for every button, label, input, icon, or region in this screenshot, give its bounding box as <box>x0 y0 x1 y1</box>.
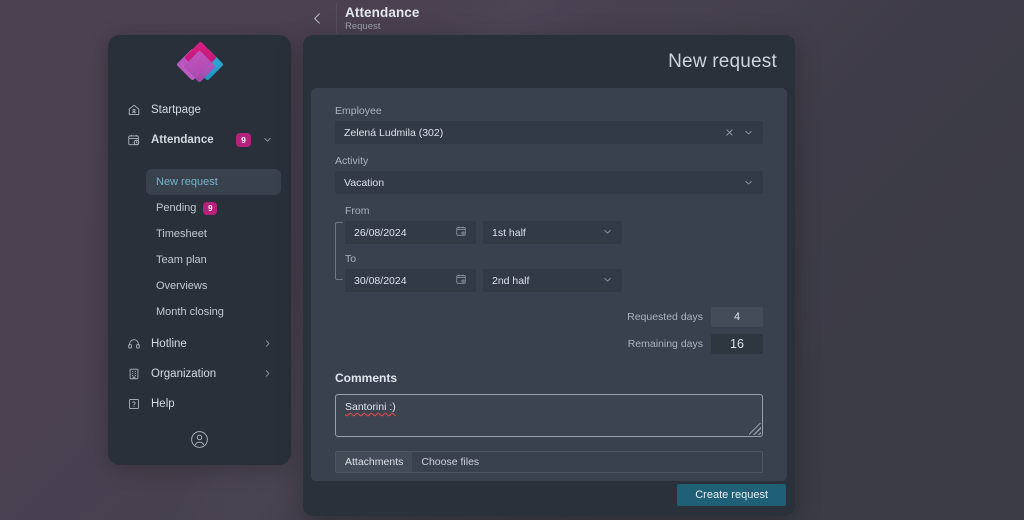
page-header: Attendance Request <box>300 0 796 36</box>
to-half-value: 2nd half <box>492 274 530 287</box>
arrow-left-icon <box>310 11 325 26</box>
back-button[interactable] <box>300 1 334 35</box>
sidebar-item-month-closing[interactable]: Month closing <box>146 299 281 325</box>
sidebar-item-timesheet[interactable]: Timesheet <box>146 221 281 247</box>
comments-label: Comments <box>335 371 398 385</box>
chevron-down-icon[interactable] <box>261 134 273 147</box>
sidebar-subitem-label: Team plan <box>156 254 207 266</box>
sidebar-item-hotline[interactable]: Hotline <box>118 329 281 359</box>
question-box-icon <box>126 397 141 412</box>
panel-header: New request <box>303 35 795 88</box>
from-half-select[interactable]: 1st half <box>483 221 622 244</box>
chevron-down-icon[interactable] <box>743 177 754 188</box>
chevron-right-icon[interactable] <box>261 368 273 381</box>
from-date-input[interactable]: 26/08/2024 <box>345 221 476 244</box>
request-form-card: Employee Zelená Ludmila (302) Activity V… <box>311 88 787 481</box>
sidebar-item-overviews[interactable]: Overviews <box>146 273 281 299</box>
sidebar-item-organization[interactable]: Organization <box>118 359 281 389</box>
page-title: Attendance <box>345 4 420 20</box>
sidebar-footer <box>108 419 291 465</box>
comments-textarea[interactable]: Santorini :) <box>335 394 763 437</box>
remaining-days-row: Remaining days 16 <box>628 334 763 354</box>
comments-value: Santorini :) <box>345 401 396 413</box>
sidebar-item-help[interactable]: Help <box>118 389 281 419</box>
to-row: 30/08/2024 2nd half <box>345 269 763 292</box>
attachments-field[interactable]: Attachments Choose files <box>335 451 763 473</box>
days-summary: Requested days 4 Remaining days 16 <box>335 307 763 354</box>
choose-files-text: Choose files <box>421 456 480 468</box>
header-divider <box>336 3 337 33</box>
to-half-select[interactable]: 2nd half <box>483 269 622 292</box>
sidebar-item-label: Organization <box>151 368 217 380</box>
sidebar-subitem-label: New request <box>156 176 218 188</box>
panel-title: New request <box>668 50 777 72</box>
header-titles: Attendance Request <box>345 5 420 32</box>
status-badge: 9 <box>203 201 218 215</box>
sidebar-item-new-request[interactable]: New request <box>146 169 281 195</box>
sidebar-subitem-label: Overviews <box>156 280 208 292</box>
to-date-value: 30/08/2024 <box>354 274 407 287</box>
date-range-group: From 26/08/2024 1st half To 30/08/2024 2… <box>335 205 763 292</box>
sidebar-item-pending[interactable]: Pending 9 <box>146 195 281 221</box>
comments-wrapper: Santorini :) <box>335 394 763 437</box>
sidebar-subitem-label: Month closing <box>156 306 224 318</box>
to-date-input[interactable]: 30/08/2024 <box>345 269 476 292</box>
chevron-down-icon[interactable] <box>602 226 613 240</box>
sidebar-item-label: Help <box>151 398 175 410</box>
calendar-clock-icon <box>126 133 141 148</box>
resize-handle[interactable] <box>749 423 761 435</box>
home-icon <box>126 103 141 118</box>
chevron-right-icon[interactable] <box>261 338 273 351</box>
status-badge: 9 <box>236 133 251 147</box>
from-label: From <box>345 205 370 217</box>
sidebar-item-startpage[interactable]: Startpage <box>118 95 281 125</box>
close-icon[interactable] <box>725 128 734 137</box>
sidebar-item-label: Hotline <box>151 338 187 350</box>
headset-icon <box>126 337 141 352</box>
date-range-bracket <box>335 222 343 280</box>
sidebar-nav: Startpage Attendance 9 <box>108 93 291 169</box>
to-label: To <box>345 253 357 265</box>
sidebar-item-label: Attendance <box>151 134 214 146</box>
employee-value: Zelená Ludmila (302) <box>344 126 444 139</box>
logo-container <box>108 35 291 93</box>
sidebar-item-team-plan[interactable]: Team plan <box>146 247 281 273</box>
building-icon <box>126 367 141 382</box>
remaining-days-value: 16 <box>711 334 763 354</box>
main-panel: New request Employee Zelená Ludmila (302… <box>303 35 795 516</box>
requested-days-label: Requested days <box>627 311 703 323</box>
sidebar-subitem-label: Timesheet <box>156 228 207 240</box>
sidebar-item-label: Startpage <box>151 104 201 116</box>
calendar-icon[interactable] <box>455 225 467 240</box>
activity-label: Activity <box>335 155 369 167</box>
calendar-icon[interactable] <box>455 273 467 288</box>
sidebar: Startpage Attendance 9 New request Pendi… <box>108 35 291 465</box>
remaining-days-label: Remaining days <box>627 338 703 350</box>
sidebar-subnav: New request Pending 9 Timesheet Team pla… <box>108 169 291 325</box>
app-logo[interactable] <box>175 41 224 85</box>
employee-select[interactable]: Zelená Ludmila (302) <box>335 121 763 144</box>
attachments-button[interactable]: Attachments <box>336 452 413 472</box>
activity-value: Vacation <box>344 176 385 189</box>
from-date-value: 26/08/2024 <box>354 226 407 239</box>
from-row: 26/08/2024 1st half <box>345 221 763 244</box>
activity-select[interactable]: Vacation <box>335 171 763 194</box>
requested-days-row: Requested days 4 <box>627 307 763 327</box>
page-subtitle: Request <box>345 20 381 32</box>
chevron-down-icon[interactable] <box>743 127 754 138</box>
employee-label: Employee <box>335 105 382 117</box>
chevron-down-icon[interactable] <box>602 274 613 288</box>
create-request-button[interactable]: Create request <box>677 483 786 506</box>
sidebar-item-attendance[interactable]: Attendance 9 <box>118 125 281 155</box>
requested-days-value: 4 <box>711 307 763 327</box>
sidebar-subitem-label: Pending <box>156 202 197 214</box>
user-circle-icon[interactable] <box>189 429 210 455</box>
from-half-value: 1st half <box>492 226 526 239</box>
sidebar-nav-lower: Hotline Organization Help <box>108 325 291 419</box>
panel-footer: Create request <box>303 473 795 516</box>
